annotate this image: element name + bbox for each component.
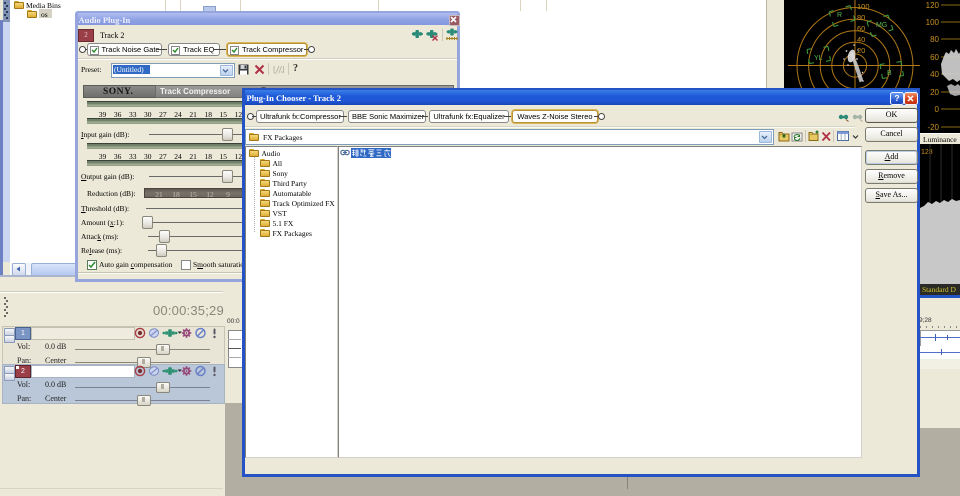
svg-text:R: R bbox=[837, 12, 842, 19]
svg-text:80: 80 bbox=[930, 35, 939, 44]
svg-text:60: 60 bbox=[930, 53, 939, 62]
svg-text:B: B bbox=[887, 70, 892, 77]
svg-text:120: 120 bbox=[926, 1, 940, 10]
svg-text:80: 80 bbox=[857, 13, 865, 22]
svg-text:20: 20 bbox=[930, 88, 939, 97]
svg-text:YL: YL bbox=[814, 55, 823, 62]
svg-text:0: 0 bbox=[935, 105, 940, 114]
svg-text:60: 60 bbox=[857, 24, 865, 33]
svg-text:-20: -20 bbox=[927, 123, 939, 132]
svg-text:MG: MG bbox=[876, 22, 887, 29]
svg-text:128: 128 bbox=[921, 149, 933, 156]
svg-text:100: 100 bbox=[857, 2, 870, 11]
svg-text:40: 40 bbox=[857, 35, 865, 44]
svg-text:100: 100 bbox=[926, 18, 940, 27]
svg-text:40: 40 bbox=[930, 70, 939, 79]
